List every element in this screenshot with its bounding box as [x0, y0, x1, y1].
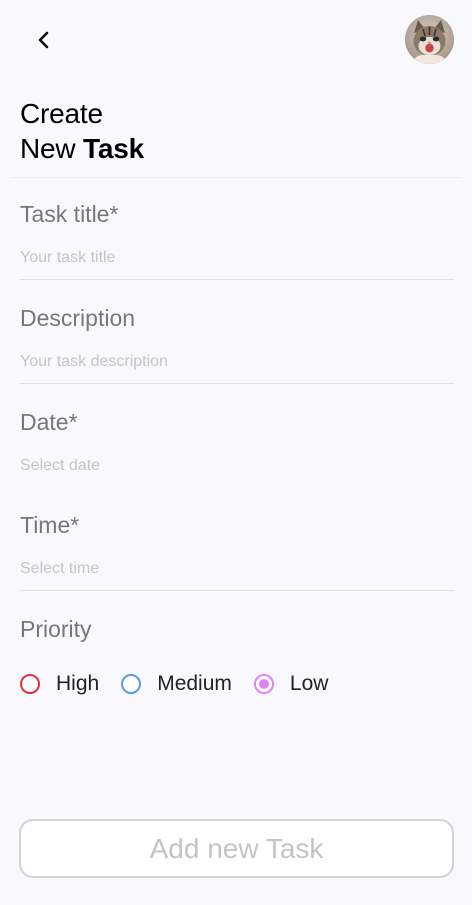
add-new-task-button[interactable]: Add new Task: [19, 819, 454, 878]
chevron-left-icon: [38, 31, 49, 49]
task-title-underline: [20, 279, 454, 280]
priority-radio-medium[interactable]: [121, 674, 142, 694]
description-input[interactable]: [20, 351, 454, 373]
page-title-line2: New Task: [20, 131, 144, 166]
header-divider: [10, 177, 462, 178]
time-underline: [20, 590, 454, 591]
page-title-line1: Create: [20, 98, 103, 129]
priority-radio-medium-dot: [126, 679, 136, 689]
description-underline: [20, 383, 454, 384]
task-title-input[interactable]: [20, 247, 454, 269]
priority-label: Priority: [20, 616, 92, 642]
priority-option-medium[interactable]: Medium: [121, 672, 232, 696]
page-title-task: Task: [83, 133, 144, 164]
priority-option-high[interactable]: High: [20, 672, 99, 696]
priority-radio-group: High Medium Low: [20, 671, 350, 697]
time-label: Time*: [20, 512, 80, 538]
description-field: Description: [20, 304, 454, 384]
back-button[interactable]: [28, 24, 60, 56]
date-field: Date*: [20, 408, 454, 477]
date-input[interactable]: [20, 455, 454, 477]
priority-option-medium-label: Medium: [157, 672, 232, 695]
description-label: Description: [20, 305, 136, 331]
task-title-label: Task title*: [20, 201, 119, 227]
time-field: Time*: [20, 511, 454, 591]
avatar[interactable]: [405, 15, 454, 64]
task-title-field: Task title*: [20, 200, 454, 280]
priority-radio-high[interactable]: [20, 674, 40, 694]
priority-radio-high-dot: [25, 679, 35, 689]
priority-option-low[interactable]: Low: [253, 672, 329, 696]
kitten-avatar-image: [405, 15, 454, 64]
page-title-new: New: [20, 133, 76, 164]
page-title: Create New Task: [20, 96, 144, 166]
time-input[interactable]: [20, 558, 454, 580]
priority-option-low-label: Low: [289, 672, 329, 695]
date-label: Date*: [20, 409, 78, 435]
priority-option-high-label: High: [56, 672, 100, 695]
priority-radio-low[interactable]: [253, 674, 274, 694]
priority-radio-low-dot: [258, 679, 269, 689]
